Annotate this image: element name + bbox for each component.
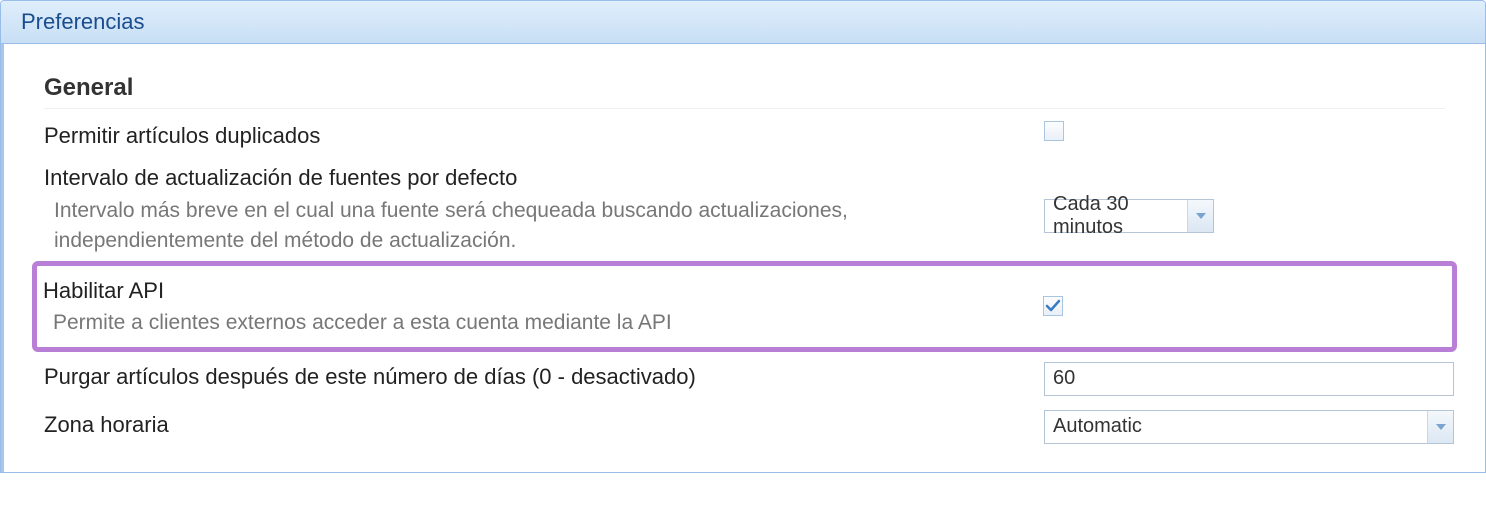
panel-body: General Permitir artículos duplicados In… <box>1 44 1485 472</box>
row-update-interval: Intervalo de actualización de fuentes po… <box>44 163 1445 257</box>
allow-duplicates-label: Permitir artículos duplicados <box>44 121 1024 152</box>
section-title-general: General <box>44 74 1445 109</box>
timezone-value: Automatic <box>1045 411 1427 443</box>
timezone-select[interactable]: Automatic <box>1044 410 1454 444</box>
chevron-down-icon[interactable] <box>1427 411 1453 443</box>
timezone-label: Zona horaria <box>44 410 1024 441</box>
row-timezone: Zona horaria Automatic <box>44 410 1445 448</box>
row-enable-api: Habilitar API Permite a clientes externo… <box>43 276 1446 339</box>
enable-api-label: Habilitar API <box>43 276 1023 307</box>
update-interval-select[interactable]: Cada 30 minutos <box>1044 199 1214 233</box>
enable-api-highlight: Habilitar API Permite a clientes externo… <box>32 261 1457 352</box>
row-purge-days: Purgar artículos después de este número … <box>44 362 1445 400</box>
panel-title: Preferencias <box>1 1 1485 44</box>
chevron-down-icon[interactable] <box>1187 200 1213 232</box>
update-interval-label: Intervalo de actualización de fuentes po… <box>44 163 1024 194</box>
allow-duplicates-checkbox[interactable] <box>1044 121 1064 141</box>
row-allow-duplicates: Permitir artículos duplicados <box>44 121 1445 159</box>
enable-api-checkbox[interactable] <box>1043 296 1063 316</box>
update-interval-desc: Intervalo más breve en el cual una fuent… <box>44 196 1024 257</box>
update-interval-value: Cada 30 minutos <box>1045 200 1187 232</box>
preferences-panel: Preferencias General Permitir artículos … <box>0 0 1486 473</box>
enable-api-desc: Permite a clientes externos acceder a es… <box>43 308 1023 338</box>
purge-days-input[interactable] <box>1044 362 1454 396</box>
purge-days-label: Purgar artículos después de este número … <box>44 362 1024 393</box>
